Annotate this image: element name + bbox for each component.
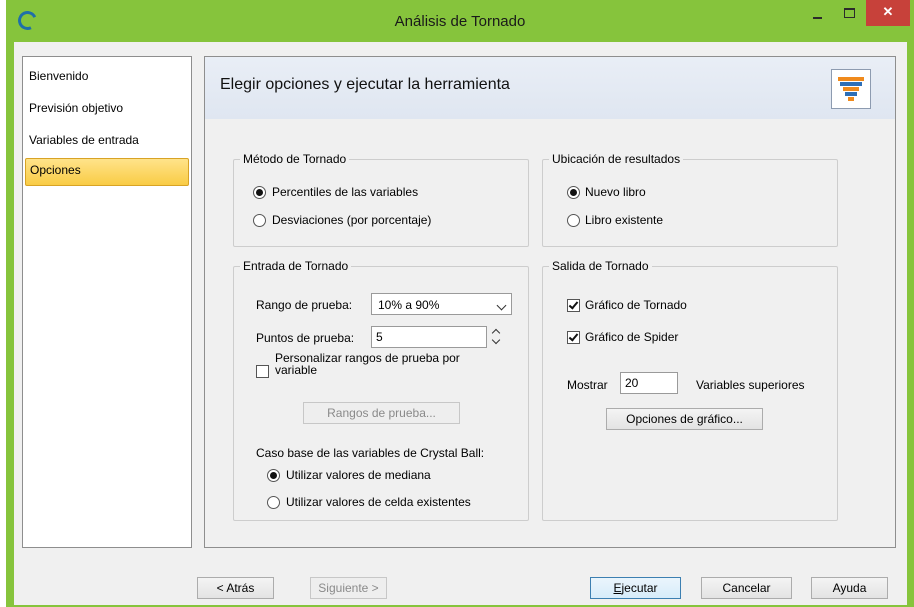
tornado-chart-icon — [831, 69, 871, 109]
panel-header: Elegir opciones y ejecutar la herramient… — [205, 57, 895, 119]
custom-ranges-label-line2: variable — [275, 363, 318, 377]
new-workbook-label[interactable]: Nuevo libro — [585, 185, 646, 199]
spider-chart-checkbox[interactable] — [567, 331, 580, 344]
input-legend: Entrada de Tornado — [240, 259, 352, 273]
output-legend: Salida de Tornado — [549, 259, 652, 273]
cancel-button[interactable]: Cancelar — [701, 577, 792, 599]
location-groupbox: Ubicación de resultados Nuevo libro Libr… — [542, 152, 838, 247]
dialog-window: Análisis de Tornado ✕ Bienvenido Previsi… — [6, 0, 914, 607]
spin-down-icon[interactable] — [491, 335, 501, 345]
percentiles-radio[interactable] — [253, 186, 266, 199]
window-title: Análisis de Tornado — [394, 13, 526, 30]
panel-title: Elegir opciones y ejecutar la herramient… — [220, 76, 510, 93]
existing-cells-label[interactable]: Utilizar valores de celda existentes — [286, 495, 471, 509]
test-range-value: 10% a 90% — [378, 298, 440, 312]
test-range-label: Rango de prueba: — [256, 298, 353, 312]
method-groupbox: Método de Tornado Percentiles de las var… — [233, 152, 529, 247]
next-button[interactable]: Siguiente > — [310, 577, 387, 599]
custom-ranges-label[interactable]: Personalizar rangos de prueba por variab… — [275, 352, 460, 376]
close-button[interactable]: ✕ — [866, 0, 910, 26]
wizard-steps-list: Bienvenido Previsión objetivo Variables … — [22, 56, 192, 548]
title-bar: Análisis de Tornado ✕ — [6, 0, 914, 42]
sidebar-item-bienvenido[interactable]: Bienvenido — [25, 65, 187, 91]
deviations-radio[interactable] — [253, 214, 266, 227]
sidebar-item-variables-entrada[interactable]: Variables de entrada — [25, 129, 187, 155]
existing-workbook-label[interactable]: Libro existente — [585, 213, 663, 227]
custom-ranges-checkbox[interactable] — [256, 365, 269, 378]
base-case-label: Caso base de las variables de Crystal Ba… — [256, 446, 485, 460]
median-radio[interactable] — [267, 469, 280, 482]
chart-options-button[interactable]: Opciones de gráfico... — [606, 408, 763, 430]
show-label: Mostrar — [567, 378, 608, 392]
input-groupbox: Entrada de Tornado Rango de prueba: 10% … — [233, 259, 529, 521]
top-variables-input[interactable]: 20 — [620, 372, 678, 394]
tornado-chart-checkbox[interactable] — [567, 299, 580, 312]
run-button-rest: jecutar — [621, 581, 658, 595]
back-button[interactable]: < Atrás — [197, 577, 274, 599]
dialog-client: Bienvenido Previsión objetivo Variables … — [14, 42, 907, 605]
options-panel: Elegir opciones y ejecutar la herramient… — [204, 56, 896, 548]
test-range-select[interactable]: 10% a 90% — [371, 293, 512, 315]
existing-cells-radio[interactable] — [267, 496, 280, 509]
tornado-chart-label[interactable]: Gráfico de Tornado — [585, 298, 687, 312]
chevron-down-icon — [496, 300, 507, 311]
new-workbook-radio[interactable] — [567, 186, 580, 199]
spider-chart-label[interactable]: Gráfico de Spider — [585, 330, 678, 344]
deviations-label[interactable]: Desviaciones (por porcentaje) — [272, 213, 431, 227]
help-button[interactable]: Ayuda — [811, 577, 888, 599]
maximize-button[interactable] — [835, 0, 863, 26]
minimize-button[interactable] — [803, 0, 831, 26]
test-points-label: Puntos de prueba: — [256, 331, 355, 345]
sidebar-item-opciones[interactable]: Opciones — [25, 158, 189, 186]
sidebar-item-prevision-objetivo[interactable]: Previsión objetivo — [25, 97, 187, 123]
run-button[interactable]: Ejecutar — [590, 577, 681, 599]
output-groupbox: Salida de Tornado Gráfico de Tornado Grá… — [542, 259, 838, 521]
top-variables-label: Variables superiores — [696, 378, 805, 392]
method-legend: Método de Tornado — [240, 152, 350, 166]
test-ranges-button[interactable]: Rangos de prueba... — [303, 402, 460, 424]
median-label[interactable]: Utilizar valores de mediana — [286, 468, 431, 482]
percentiles-label[interactable]: Percentiles de las variables — [272, 185, 418, 199]
test-points-spinner[interactable] — [490, 327, 502, 347]
location-legend: Ubicación de resultados — [549, 152, 684, 166]
existing-workbook-radio[interactable] — [567, 214, 580, 227]
test-points-input[interactable]: 5 — [371, 326, 487, 348]
